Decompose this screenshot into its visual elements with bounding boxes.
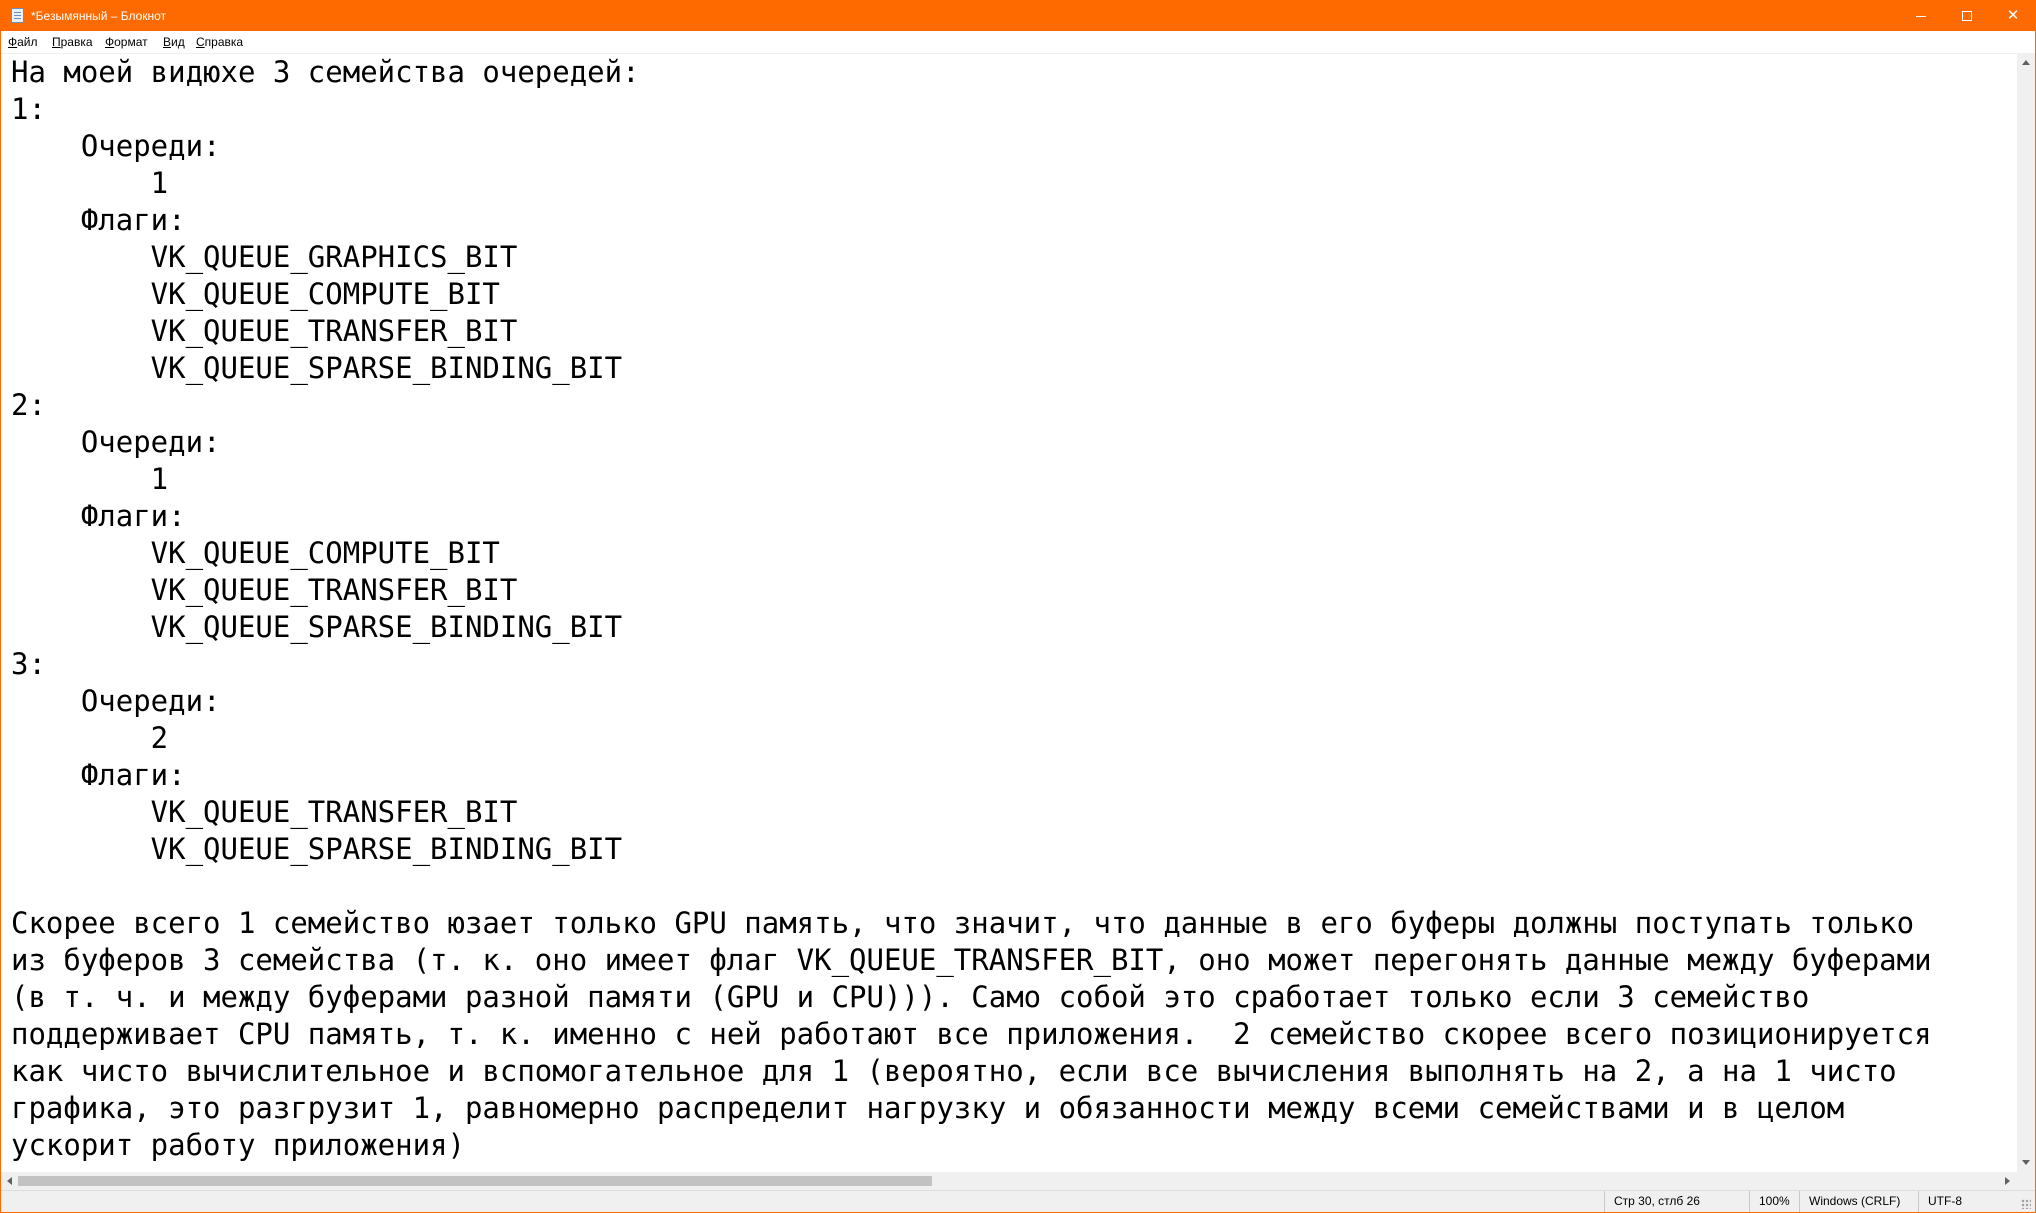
menu-view[interactable]: Вид (163, 35, 185, 49)
text-line: ускорит работу приложения) (11, 1128, 465, 1162)
text-line: Флаги: (11, 758, 186, 792)
close-icon: ✕ (2006, 6, 2020, 24)
text-line: 1 (11, 462, 169, 496)
text-line: Очереди: (11, 425, 221, 459)
text-line: VK_QUEUE_COMPUTE_BIT (11, 536, 500, 570)
menu-file[interactable]: Файл (8, 35, 38, 49)
text-line: 2: (11, 388, 46, 422)
notepad-window: *Безымянный – Блокнот ✕ Файл Правка Форм… (0, 0, 2036, 1213)
text-line: из буферов 3 семейства (т. к. оно имеет … (11, 943, 1932, 977)
minimize-icon (1916, 16, 1926, 17)
text-line: Скорее всего 1 семейство юзает только GP… (11, 906, 1915, 940)
text-line: 3: (11, 647, 46, 681)
text-editor[interactable]: На моей видюхе 3 семейства очередей: 1: … (1, 54, 2017, 1172)
text-line: (в т. ч. и между буферами разной памяти … (11, 980, 1810, 1014)
menu-help[interactable]: Справка (196, 35, 243, 49)
scroll-up-arrow-icon[interactable] (2022, 60, 2030, 65)
scroll-down-arrow-icon[interactable] (2022, 1160, 2030, 1165)
notepad-app-icon[interactable] (11, 8, 24, 23)
text-line: 2 (11, 721, 169, 755)
text-line: На моей видюхе 3 семейства очередей: (11, 55, 640, 89)
scroll-right-arrow-icon[interactable] (2005, 1177, 2010, 1185)
text-line: Очереди: (11, 129, 221, 163)
resize-grip-icon[interactable] (2021, 1199, 2031, 1209)
text-line: Флаги: (11, 203, 186, 237)
text-line: Флаги: (11, 499, 186, 533)
text-line: VK_QUEUE_COMPUTE_BIT (11, 277, 500, 311)
vertical-scrollbar[interactable] (2017, 54, 2035, 1172)
text-line: Очереди: (11, 684, 221, 718)
menu-bar: Файл Правка Формат Вид Справка (1, 31, 2035, 54)
text-line: VK_QUEUE_TRANSFER_BIT (11, 314, 518, 348)
text-line: VK_QUEUE_SPARSE_BINDING_BIT (11, 610, 623, 644)
text-line: 1: (11, 92, 46, 126)
text-line: VK_QUEUE_TRANSFER_BIT (11, 795, 518, 829)
horizontal-scroll-thumb[interactable] (18, 1176, 932, 1186)
text-line: как чисто вычислительное и вспомогательн… (11, 1054, 1897, 1088)
horizontal-scrollbar[interactable] (1, 1172, 2017, 1190)
status-bar: Стр 30, стлб 26 100% Windows (CRLF) UTF-… (1, 1190, 2035, 1212)
cursor-position: Стр 30, стлб 26 (1604, 1191, 1749, 1212)
text-line: VK_QUEUE_TRANSFER_BIT (11, 573, 518, 607)
zoom-level: 100% (1749, 1191, 1799, 1212)
maximize-icon (1962, 11, 1972, 21)
text-line: поддерживает CPU память, т. к. именно с … (11, 1017, 1932, 1051)
text-line: графика, это разгрузит 1, равномерно рас… (11, 1091, 1845, 1125)
menu-format[interactable]: Формат (105, 35, 148, 49)
text-line: VK_QUEUE_SPARSE_BINDING_BIT (11, 351, 623, 385)
window-title: *Безымянный – Блокнот (31, 9, 167, 23)
line-endings: Windows (CRLF) (1799, 1191, 1918, 1212)
text-line: VK_QUEUE_GRAPHICS_BIT (11, 240, 518, 274)
menu-edit[interactable]: Правка (52, 35, 93, 49)
text-line: 1 (11, 166, 169, 200)
scroll-left-arrow-icon[interactable] (7, 1177, 12, 1185)
encoding: UTF-8 (1918, 1191, 2035, 1212)
text-line: VK_QUEUE_SPARSE_BINDING_BIT (11, 832, 623, 866)
title-bar[interactable]: *Безымянный – Блокнот ✕ (1, 1, 2035, 31)
close-button[interactable]: ✕ (1983, 1, 2035, 31)
scrollbar-corner (2017, 1172, 2035, 1190)
